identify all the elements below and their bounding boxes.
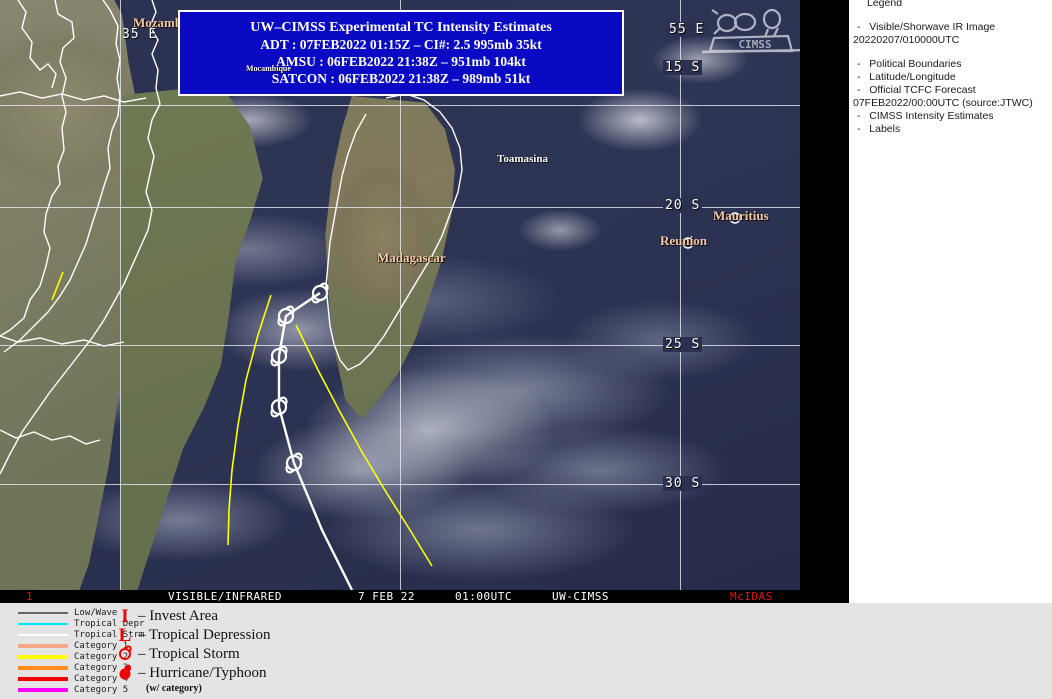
- legend-dash-0: -: [857, 21, 861, 33]
- legend-dash-3: -: [857, 84, 861, 96]
- legend-item-latlon: - Latitude/Longitude: [853, 71, 1048, 84]
- symbol-category-note: (w/ category): [146, 683, 202, 694]
- image-status-bar: 1 VISIBLE/INFRARED 7 FEB 22 01:00UTC UW-…: [0, 590, 800, 603]
- status-source: UW-CIMSS: [552, 590, 609, 603]
- gridline-55e: [680, 0, 681, 590]
- scale-swatch-low-wave: [18, 611, 68, 614]
- legend-label-image: Visible/Shorwave IR Image: [869, 21, 996, 33]
- gridlabel-30s: 30 S: [663, 476, 703, 491]
- scale-swatch-category-1: [18, 643, 68, 648]
- infobox-amsu-line: AMSU : 06FEB2022 21:38Z – 951mb 104kt: [276, 54, 526, 69]
- legend-dash-2: -: [857, 71, 861, 83]
- scale-swatch-tropical-strm: [18, 633, 68, 636]
- cimss-watermark-logo: CIMSS: [701, 8, 800, 54]
- infobox-adt-line: ADT : 07FEB2022 01:15Z – CI#: 2.5 995mb …: [260, 37, 542, 52]
- gridlabel-15s: 15 S: [663, 60, 703, 75]
- legend-item-political: - Political Boundaries: [853, 58, 1048, 71]
- label-mauritius: Mauritius: [713, 208, 769, 223]
- legend-item-cimss: - CIMSS Intensity Estimates: [853, 110, 1048, 123]
- application-window: 35 E 55 E 15 S 20 S 25 S 30 S Mozambique…: [0, 0, 1052, 699]
- status-product: VISIBLE/INFRARED: [168, 590, 282, 603]
- gridline-35e: [120, 0, 121, 590]
- legend-sub-tcfc-source: 07FEB2022/00:00UTC (source:JTWC): [853, 97, 1033, 109]
- symbol-label-depression: – Tropical Depression: [138, 627, 271, 643]
- gridline-15s: [0, 105, 800, 106]
- legend-dash-4: -: [857, 110, 861, 122]
- hurricane-typhoon-icon: [112, 662, 138, 686]
- infobox-title: UW–CIMSS Experimental TC Intensity Estim…: [250, 20, 552, 35]
- status-time: 01:00UTC: [455, 590, 512, 603]
- legend-sub-image-timestamp: 20220207/010000UTC: [853, 34, 960, 46]
- legend-label-latlon: Latitude/Longitude: [869, 71, 956, 83]
- label-mocambique: Mocambique: [246, 64, 291, 73]
- symbol-label-invest: – Invest Area: [138, 608, 218, 624]
- legend-dash-1: -: [857, 58, 861, 70]
- status-date: 7 FEB 22: [358, 590, 415, 603]
- scale-swatch-tropical-depr: [18, 622, 68, 625]
- legend-label-political: Political Boundaries: [869, 58, 962, 70]
- legend-label-labels: Labels: [869, 123, 901, 135]
- legend-item-image: - Visible/Shorwave IR Image: [853, 21, 1048, 34]
- symbol-label-storm: – Tropical Storm: [138, 646, 240, 662]
- invest-area-icon: I: [121, 606, 129, 627]
- scale-swatch-category-4: [18, 676, 68, 681]
- scale-name-low-wave: Low/Wave: [74, 607, 118, 618]
- infobox-satcon-line: SATCON : 06FEB2022 21:38Z – 989mb 51kt: [271, 71, 531, 86]
- scale-swatch-category-5: [18, 687, 68, 692]
- legend-dash-5: -: [857, 123, 861, 135]
- bottom-legend-bar: Low/Wave Tropical Depr Tropical Strm Cat…: [0, 603, 1052, 699]
- symbol-row-invest: I – Invest Area: [112, 607, 271, 626]
- label-madagascar: Madagascar: [377, 250, 446, 265]
- label-reunion: Reunion: [660, 233, 707, 248]
- gridlabel-20s: 20 S: [663, 198, 703, 213]
- satellite-image-panel[interactable]: 35 E 55 E 15 S 20 S 25 S 30 S Mozambique…: [0, 0, 848, 603]
- cimss-watermark-text: CIMSS: [738, 38, 771, 51]
- scale-swatch-category-3: [18, 665, 68, 670]
- legend-panel-header: Legend: [867, 0, 903, 9]
- legend-item-tcfc: - Official TCFC Forecast: [853, 84, 1048, 97]
- scale-swatch-category-2: [18, 654, 68, 659]
- tc-intensity-estimates-box[interactable]: UW–CIMSS Experimental TC Intensity Estim…: [178, 10, 624, 96]
- symbol-label-hurricane: – Hurricane/Typhoon: [138, 665, 267, 681]
- gridlabel-25s: 25 S: [663, 337, 703, 352]
- label-toamasina: Toamasina: [497, 153, 548, 165]
- legend-label-cimss: CIMSS Intensity Estimates: [869, 110, 994, 122]
- legend-item-labels: - Labels: [853, 123, 1048, 136]
- satellite-image[interactable]: 35 E 55 E 15 S 20 S 25 S 30 S Mozambique…: [0, 0, 800, 590]
- symbol-row-hurricane: – Hurricane/Typhoon: [112, 664, 271, 683]
- legend-label-tcfc: Official TCFC Forecast: [869, 84, 976, 96]
- legend-side-panel: Legend - Visible/Shorwave IR Image 20220…: [848, 0, 1052, 603]
- status-software: McIDAS: [730, 590, 773, 603]
- storm-symbol-legend: I – Invest Area L – Tropical Depression …: [112, 607, 271, 694]
- status-frame-number: 1: [26, 590, 34, 603]
